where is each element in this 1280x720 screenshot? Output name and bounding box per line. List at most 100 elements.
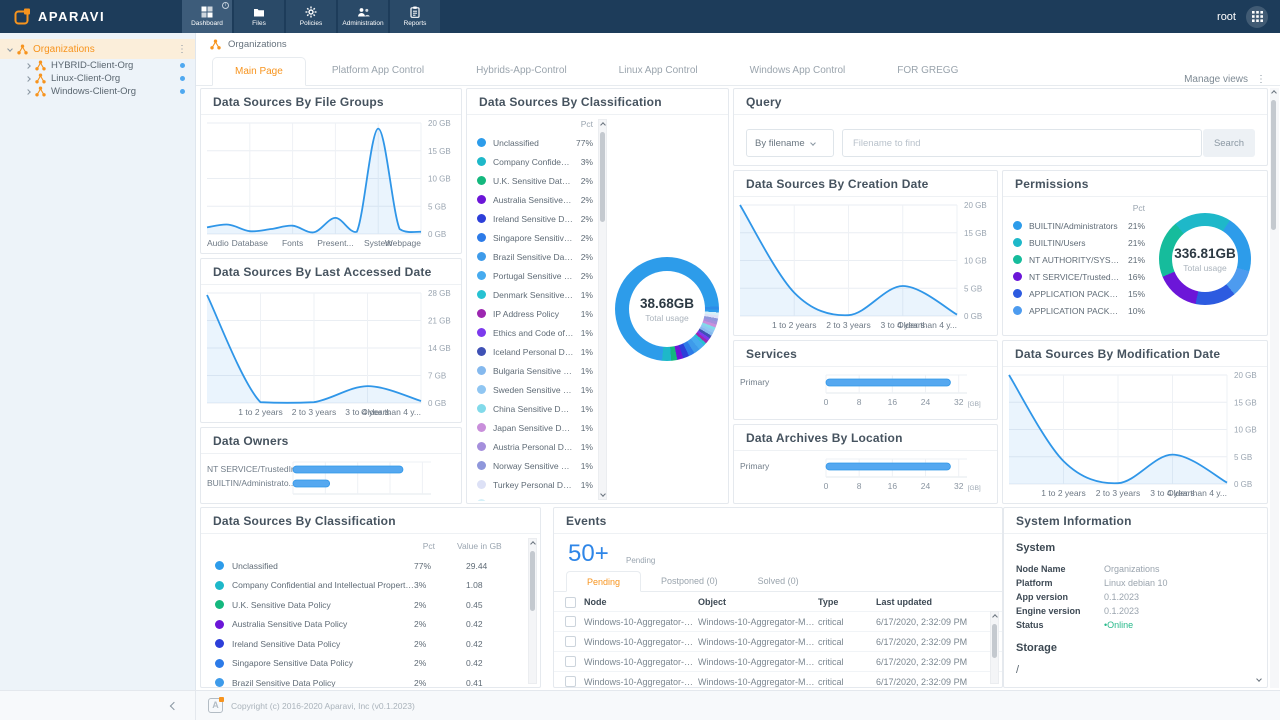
panel-title: Data Sources By Creation Date <box>734 171 997 197</box>
chevron-right-icon[interactable] <box>25 76 31 82</box>
svg-text:Database: Database <box>232 238 269 248</box>
tab-linux-app-control[interactable]: Linux App Control <box>593 56 724 85</box>
main-scrollbar[interactable] <box>1270 88 1279 688</box>
nav-reports[interactable]: Reports <box>390 0 440 33</box>
legend-color-dot <box>215 659 224 668</box>
sidebar-item-hybrid-client-org[interactable]: HYBRID-Client-Org <box>0 59 195 72</box>
apps-grid-button[interactable] <box>1246 6 1268 28</box>
nav-files[interactable]: Files <box>234 0 284 33</box>
event-row[interactable]: Windows-10-Aggregator-MySqWindows-10-Agg… <box>554 611 1002 631</box>
query-filter-dropdown[interactable]: By filename <box>746 129 834 157</box>
sidebar-item-linux-client-org[interactable]: Linux-Client-Org <box>0 72 195 85</box>
scrollbar-thumb[interactable] <box>1271 100 1276 230</box>
scroll-up-icon[interactable] <box>992 614 998 620</box>
scrollbar-thumb[interactable] <box>992 624 997 658</box>
classification-legend-item: Ireland Sensitive Data...2% <box>477 209 593 228</box>
c-archives-svg: 08162432[GB]Primary <box>738 453 993 499</box>
nav-policies[interactable]: Policies <box>286 0 336 33</box>
panel-data-archives: Data Archives By Location 08162432[GB]Pr… <box>733 424 998 504</box>
total-usage-value: 336.81GB <box>1174 246 1236 261</box>
brand-name: APARAVI <box>38 9 105 24</box>
classification-legend-item: Company Confidentia...3% <box>477 152 593 171</box>
panel-classification: Data Sources By Classification Pct Uncla… <box>466 88 729 504</box>
row-checkbox[interactable] <box>565 616 576 627</box>
chevron-right-icon[interactable] <box>25 63 31 69</box>
scroll-up-icon[interactable] <box>530 541 536 547</box>
scroll-down-icon[interactable] <box>600 491 606 497</box>
svg-text:0 GB: 0 GB <box>428 399 446 408</box>
user-name[interactable]: root <box>1217 11 1236 23</box>
chevron-down-icon[interactable] <box>7 46 13 52</box>
c-creation-svg: 20 GB15 GB10 GB5 GB0 GB1 to 2 years2 to … <box>738 199 993 331</box>
scroll-up-icon[interactable] <box>1271 90 1277 96</box>
svg-text:0: 0 <box>824 397 829 407</box>
legend-color-dot <box>477 271 486 280</box>
nav-dashboard[interactable]: i Dashboard <box>182 0 232 33</box>
sidebar-item-organizations[interactable]: Organizations ⋮ <box>0 39 195 59</box>
tab-platform-app-control[interactable]: Platform App Control <box>306 56 450 85</box>
tab-postponed[interactable]: Postponed (0) <box>641 570 738 591</box>
panel-creation-date: Data Sources By Creation Date 20 GB15 GB… <box>733 170 998 336</box>
breadcrumb-label[interactable]: Organizations <box>228 39 287 50</box>
panel-title: Query <box>734 89 1267 115</box>
org-node-icon <box>35 73 46 84</box>
kebab-menu-icon[interactable]: ⋮ <box>177 44 187 55</box>
legend-color-dot <box>1013 289 1022 298</box>
svg-text:0: 0 <box>291 498 296 499</box>
scrollbar-thumb[interactable] <box>600 132 605 222</box>
svg-text:10 GB: 10 GB <box>964 257 987 266</box>
classification-table-row: Unclassified77%29.44 <box>201 556 519 576</box>
events-table-scrollbar[interactable] <box>990 611 999 684</box>
legend-color-dot <box>1013 238 1022 247</box>
kebab-menu-icon[interactable]: ⋮ <box>1256 74 1266 85</box>
search-button[interactable]: Search <box>1203 129 1255 157</box>
tab-solved[interactable]: Solved (0) <box>738 570 819 591</box>
classification-legend-item: Portugal Sensitive Da...2% <box>477 266 593 285</box>
system-field-row: App version0.1.2023 <box>1016 590 1255 604</box>
svg-text:16: 16 <box>888 481 898 491</box>
svg-text:Webpage: Webpage <box>385 238 422 248</box>
sysinfo-scrollbar[interactable] <box>1255 538 1264 684</box>
event-row[interactable]: Windows-10-Aggregator-MySqWindows-10-Agg… <box>554 671 1002 687</box>
org-node-icon <box>210 39 221 50</box>
scroll-down-icon[interactable] <box>1256 676 1262 682</box>
legend-color-dot <box>477 480 486 489</box>
manage-views-button[interactable]: Manage views ⋮ <box>1184 74 1280 85</box>
tab-hybrids-app-control[interactable]: Hybrids-App-Control <box>450 56 593 85</box>
sidebar-item-windows-client-org[interactable]: Windows-Client-Org <box>0 85 195 98</box>
c-owners-svg: 015304560[GB]NT SERVICE/TrustedIn...BUIL… <box>205 456 457 499</box>
classification-table-scrollbar[interactable] <box>528 538 537 684</box>
row-checkbox[interactable] <box>565 656 576 667</box>
panel-system-information: System Information System Node NameOrgan… <box>1003 507 1268 688</box>
classification-list-scrollbar[interactable] <box>598 119 607 500</box>
classification-legend-item: Japan Sensitive Data ...1% <box>477 418 593 437</box>
svg-text:Fonts: Fonts <box>282 238 303 248</box>
collapse-sidebar-icon[interactable] <box>170 701 178 709</box>
tab-windows-app-control[interactable]: Windows App Control <box>724 56 872 85</box>
tab-for-gregg[interactable]: FOR GREGG <box>871 56 984 85</box>
event-row[interactable]: Windows-10-Aggregator-MySqWindows-10-Agg… <box>554 631 1002 651</box>
row-checkbox[interactable] <box>565 676 576 687</box>
svg-text:60: 60 <box>418 498 428 499</box>
query-search-input[interactable] <box>842 129 1202 157</box>
users-icon <box>357 6 370 18</box>
gear-icon <box>305 6 317 18</box>
legend-color-dot <box>477 461 486 470</box>
panel-modification-date: Data Sources By Modification Date 20 GB1… <box>1002 340 1268 504</box>
grid-icon <box>1252 11 1263 22</box>
event-row[interactable]: Windows-10-Aggregator-MySqWindows-10-Agg… <box>554 651 1002 671</box>
chevron-right-icon[interactable] <box>25 89 31 95</box>
classification-legend-item: Ethics and Code of C...1% <box>477 323 593 342</box>
classification-legend-item: Iceland Personal Data...1% <box>477 342 593 361</box>
tab-pending[interactable]: Pending <box>566 571 641 592</box>
select-all-checkbox[interactable] <box>565 597 576 608</box>
legend-color-dot <box>1013 221 1022 230</box>
row-checkbox[interactable] <box>565 636 576 647</box>
classification-legend-item: Turkey Personal Data ...1% <box>477 475 593 494</box>
nav-administration[interactable]: Administration <box>338 0 388 33</box>
svg-text:32: 32 <box>954 481 964 491</box>
tab-main-page[interactable]: Main Page <box>212 57 306 86</box>
scroll-up-icon[interactable] <box>600 122 606 128</box>
scrollbar-thumb[interactable] <box>530 551 535 611</box>
pct-column-header: Pct <box>405 541 435 551</box>
